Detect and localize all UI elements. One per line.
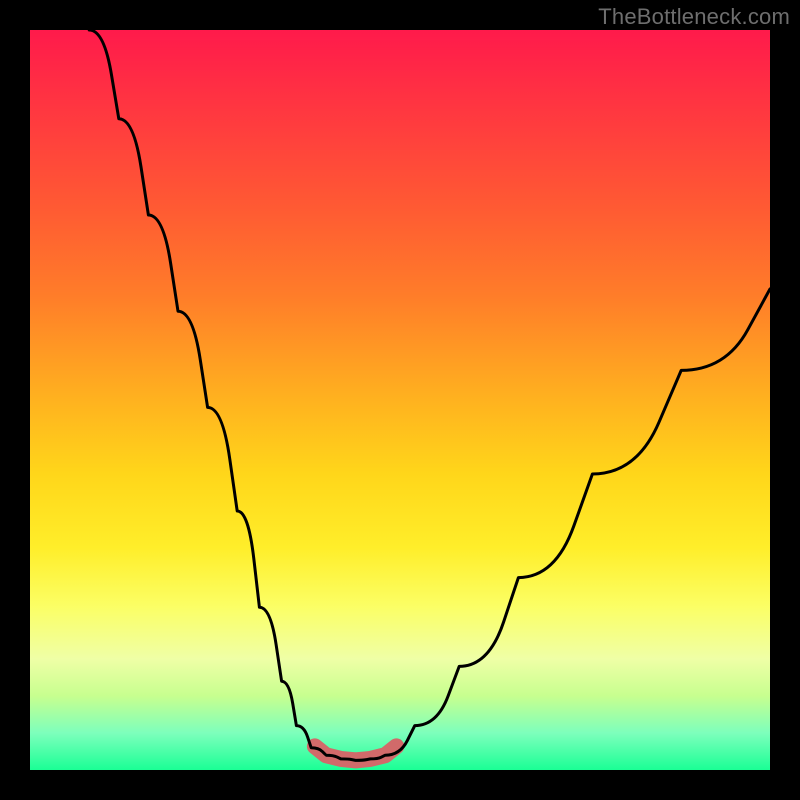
curve-path xyxy=(89,30,770,760)
watermark-text: TheBottleneck.com xyxy=(598,4,790,30)
plot-area xyxy=(30,30,770,770)
highlight-path xyxy=(315,746,396,760)
curve-layer xyxy=(30,30,770,770)
chart-stage: TheBottleneck.com xyxy=(0,0,800,800)
